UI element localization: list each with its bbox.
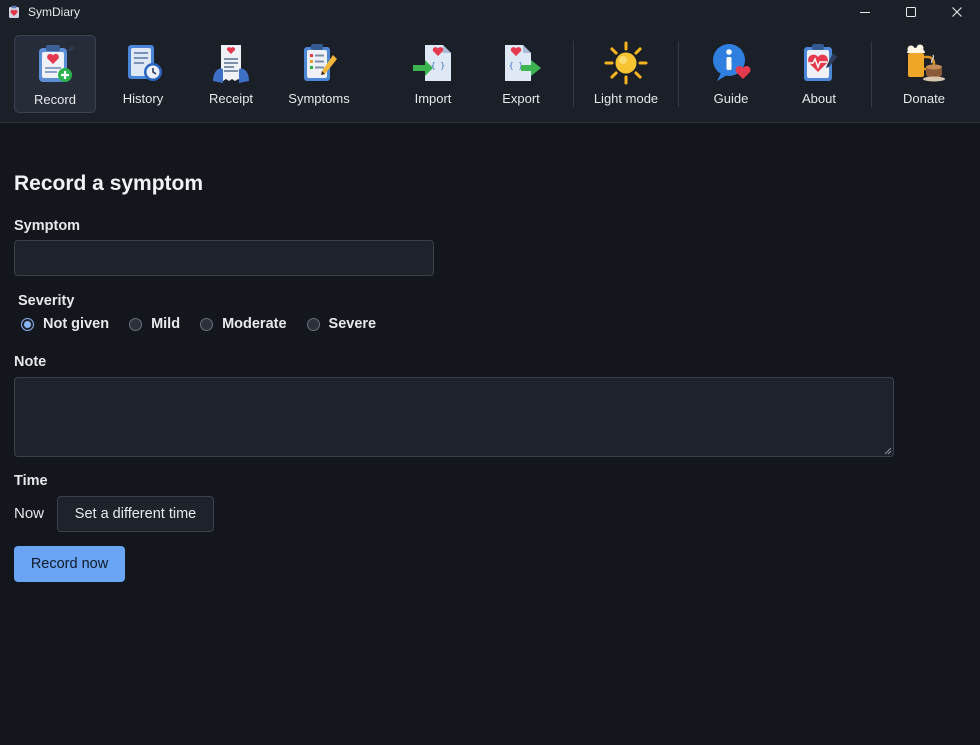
minimize-icon	[860, 12, 870, 13]
severity-option-moderate[interactable]: Moderate	[200, 316, 287, 332]
toolbar-separator	[573, 41, 574, 107]
toolbar-symptoms-button[interactable]: Symptoms	[278, 35, 360, 113]
severity-radio-group: Not given Mild Moderate Severe	[21, 316, 396, 332]
toolbar-guide-label: Guide	[713, 91, 749, 106]
set-different-time-button[interactable]: Set a different time	[57, 496, 214, 532]
toolbar-about-label: About	[802, 91, 836, 106]
severity-option-severe[interactable]: Severe	[306, 316, 377, 332]
history-clock-icon	[128, 45, 162, 81]
severity-label: Severity	[18, 293, 75, 309]
resize-grip-icon[interactable]	[884, 447, 892, 455]
close-icon	[952, 7, 962, 17]
record-now-button[interactable]: Record now	[14, 546, 125, 582]
severity-option-label: Not given	[43, 316, 110, 332]
svg-text:{ }: { }	[431, 61, 445, 70]
toolbar-receipt-label: Receipt	[208, 91, 254, 106]
toolbar-history-button[interactable]: History	[102, 35, 184, 113]
app-logo-icon	[9, 5, 19, 18]
symptoms-list-icon	[304, 44, 337, 81]
toolbar-record-button[interactable]: Record	[14, 35, 96, 113]
toolbar-export-label: Export	[502, 91, 540, 106]
toolbar-import-button[interactable]: { } Import	[392, 35, 474, 113]
note-textarea[interactable]	[14, 377, 894, 457]
toolbar-guide-button[interactable]: Guide	[690, 35, 772, 113]
maximize-icon	[906, 7, 916, 17]
toolbar-light-mode-button[interactable]: Light mode	[585, 35, 667, 113]
toolbar-symptoms-label: Symptoms	[288, 91, 350, 106]
maximize-button[interactable]	[888, 0, 934, 24]
toolbar-record-label: Record	[34, 92, 76, 107]
heart-clipboard-icon	[804, 44, 837, 81]
window-title: SymDiary	[28, 5, 81, 19]
severity-option-not-given[interactable]: Not given	[21, 316, 109, 332]
symptom-label: Symptom	[14, 218, 81, 234]
note-field-wrapper	[14, 377, 894, 457]
toolbar-history-label: History	[122, 91, 164, 106]
record-clipboard-icon	[39, 45, 74, 82]
severity-option-label: Mild	[151, 316, 181, 332]
info-heart-icon	[713, 44, 751, 81]
title-bar: SymDiary	[0, 0, 980, 24]
toolbar-export-button[interactable]: { } Export	[480, 35, 562, 113]
radio-button[interactable]	[306, 317, 320, 331]
radio-button[interactable]	[129, 317, 143, 331]
toolbar-separator	[678, 41, 679, 107]
toolbar-donate-button[interactable]: Donate	[883, 35, 965, 113]
page-title: Record a symptom	[14, 172, 204, 195]
sun-icon	[604, 41, 648, 85]
severity-option-label: Moderate	[222, 316, 287, 332]
severity-option-mild[interactable]: Mild	[129, 316, 180, 332]
severity-option-label: Severe	[328, 316, 377, 332]
radio-button-checked[interactable]	[21, 317, 34, 331]
main-toolbar: Record History Receipt Symptoms {} Impo…	[0, 24, 980, 123]
toolbar-donate-label: Donate	[903, 91, 945, 106]
close-button[interactable]	[934, 0, 980, 24]
time-value: Now	[14, 505, 45, 522]
note-label: Note	[14, 354, 47, 370]
export-file-icon: { }	[505, 45, 541, 81]
window-controls	[842, 0, 980, 24]
toolbar-about-button[interactable]: About	[778, 35, 860, 113]
minimize-button[interactable]	[842, 0, 888, 24]
toolbar-separator	[871, 41, 872, 107]
symptom-input[interactable]	[14, 240, 434, 276]
receipt-icon	[213, 45, 249, 83]
time-label: Time	[14, 473, 48, 489]
radio-button[interactable]	[200, 317, 214, 331]
toolbar-import-label: Import	[414, 91, 452, 106]
toolbar-receipt-button[interactable]: Receipt	[190, 35, 272, 113]
toolbar-light-mode-label: Light mode	[593, 91, 659, 106]
import-file-icon: { }	[413, 45, 451, 81]
beer-coffee-icon	[907, 44, 945, 82]
